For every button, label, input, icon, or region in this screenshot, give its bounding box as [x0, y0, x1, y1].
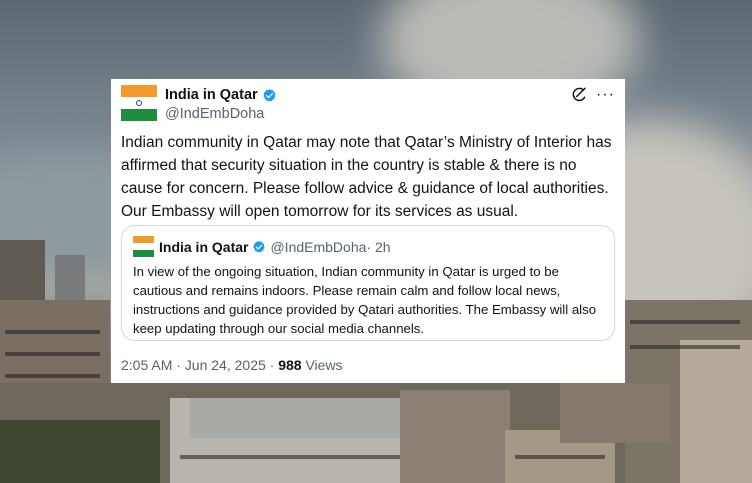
author-handle[interactable]: @IndEmbDoha	[165, 106, 264, 122]
tweet-footer: 2:05 AM · Jun 24, 2025 · 988 Views	[121, 357, 343, 373]
views-label: Views	[301, 357, 343, 373]
tweet-text: Indian community in Qatar may note that …	[121, 134, 612, 220]
author-name[interactable]: India in Qatar	[165, 87, 258, 103]
tweet-header: India in Qatar @IndEmbDoha ···	[121, 84, 615, 124]
more-options-icon[interactable]: ···	[596, 86, 615, 104]
views-count: 988	[278, 357, 302, 373]
verified-badge-icon	[253, 240, 266, 252]
verified-badge-icon	[263, 88, 276, 101]
ashoka-chakra-icon	[136, 100, 142, 106]
quoted-tweet-text: In view of the ongoing situation, Indian…	[133, 264, 597, 336]
quoted-avatar	[133, 236, 154, 257]
quoted-author-handle: @IndEmbDoha	[270, 238, 367, 255]
tweet-timestamp[interactable]: 2:05 AM · Jun 24, 2025 ·	[121, 357, 278, 373]
quoted-tweet-age: · 2h	[366, 238, 391, 255]
quoted-author-name: India in Qatar	[159, 238, 249, 255]
grok-icon[interactable]	[570, 86, 588, 104]
tweet-card[interactable]: India in Qatar @IndEmbDoha ··· Indian co…	[111, 79, 625, 383]
avatar[interactable]	[121, 85, 157, 121]
quoted-tweet[interactable]: India in Qatar @IndEmbDoha · 2h In view …	[121, 225, 615, 341]
